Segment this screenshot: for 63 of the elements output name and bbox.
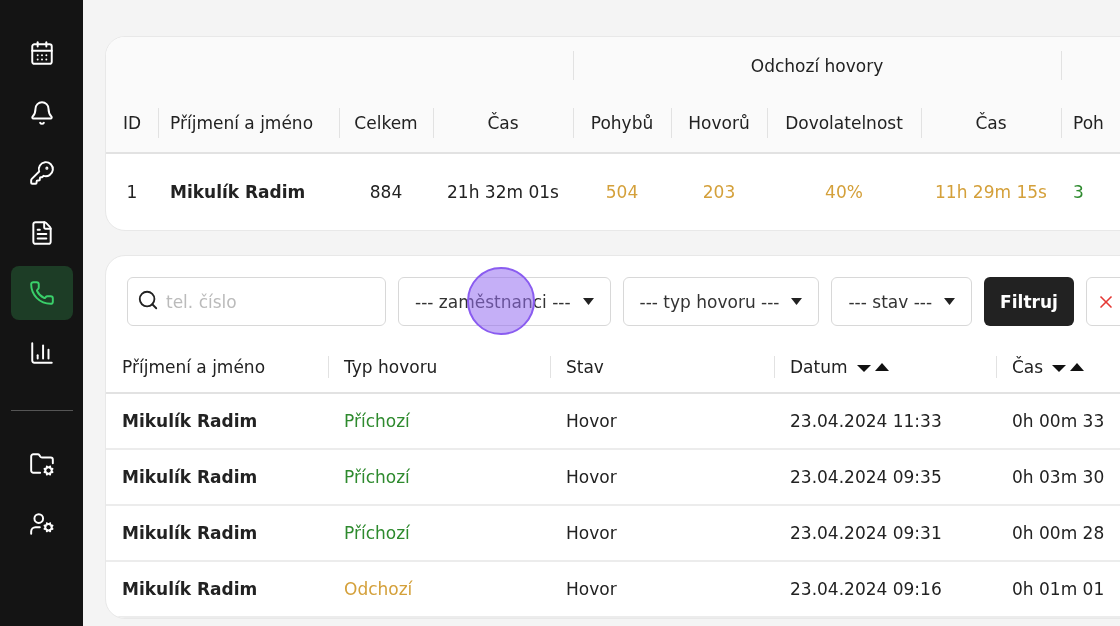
table-cell: Mikulík Radim bbox=[122, 411, 258, 431]
column-header: Datum bbox=[790, 357, 848, 377]
filter-button[interactable]: Filtruj bbox=[984, 277, 1074, 326]
caret-icon bbox=[582, 298, 594, 305]
user-gear-icon bbox=[28, 511, 55, 537]
search-icon bbox=[137, 289, 159, 311]
column-header: Čas bbox=[487, 113, 519, 133]
column-header: Typ hovoru bbox=[344, 357, 438, 377]
column-header: Poh bbox=[1073, 113, 1104, 133]
column-header: Příjmení a jméno bbox=[170, 113, 314, 133]
table-cell: 23.04.2024 09:35 bbox=[790, 467, 942, 487]
column-header: Čas bbox=[1012, 357, 1044, 377]
table-cell: 1 bbox=[126, 182, 138, 202]
sort-icon[interactable] bbox=[1051, 361, 1086, 373]
search-field[interactable]: tel. číslo bbox=[127, 277, 386, 326]
table-cell: 40% bbox=[825, 182, 863, 202]
filter-dropdown[interactable]: --- typ hovoru --- bbox=[622, 277, 820, 326]
group-header: Odchozí hovory bbox=[750, 55, 884, 76]
table-cell: Hovor bbox=[566, 523, 617, 543]
column-header: Celkem bbox=[354, 113, 418, 133]
table-cell: Hovor bbox=[566, 467, 617, 487]
table-cell: 0h 03m 30 bbox=[1012, 467, 1105, 487]
table-cell: 0h 01m 01 bbox=[1012, 579, 1105, 599]
table-cell: 21h 32m 01s bbox=[447, 182, 559, 202]
table-cell: 504 bbox=[605, 182, 639, 202]
phone-icon bbox=[28, 280, 55, 306]
call-type: Odchozí bbox=[344, 579, 413, 599]
column-header: Stav bbox=[566, 357, 604, 377]
table-cell: Hovor bbox=[566, 411, 617, 431]
column-header: Hovorů bbox=[688, 113, 750, 133]
sidebar-item[interactable] bbox=[10, 266, 73, 320]
filter-dropdown[interactable]: --- zaměstnanci --- bbox=[398, 277, 611, 326]
table-cell: 203 bbox=[702, 182, 736, 202]
bar-chart-icon bbox=[28, 340, 55, 366]
table-cell: Mikulík Radim bbox=[122, 579, 258, 599]
caret-icon bbox=[944, 298, 956, 305]
column-header: ID bbox=[122, 113, 142, 133]
folder-gear-icon bbox=[28, 451, 55, 477]
table-cell: 0h 00m 33 bbox=[1012, 411, 1105, 431]
sort-icon[interactable] bbox=[855, 361, 890, 373]
filter-dropdown[interactable]: --- stav --- bbox=[831, 277, 973, 326]
table-cell: 11h 29m 15s bbox=[935, 182, 1047, 202]
table-cell: 23.04.2024 09:16 bbox=[790, 579, 942, 599]
column-header: Příjmení a jméno bbox=[122, 357, 266, 377]
column-header: Čas bbox=[975, 113, 1007, 133]
call-type: Příchozí bbox=[344, 411, 410, 431]
table-cell: 3 bbox=[1073, 182, 1084, 202]
column-header: Pohybů bbox=[590, 113, 654, 133]
key-icon bbox=[28, 160, 55, 186]
table-cell: Mikulík Radim bbox=[122, 467, 258, 487]
table-cell: 23.04.2024 11:33 bbox=[790, 411, 942, 431]
calendar-icon bbox=[28, 40, 55, 66]
table-cell: Hovor bbox=[566, 579, 617, 599]
call-type: Příchozí bbox=[344, 467, 410, 487]
caret-icon bbox=[791, 298, 803, 305]
table-cell: 23.04.2024 09:31 bbox=[790, 523, 942, 543]
column-header: Dovolatelnost bbox=[785, 113, 903, 133]
call-type: Příchozí bbox=[344, 523, 410, 543]
table-cell: Mikulík Radim bbox=[170, 182, 306, 202]
table-cell: 884 bbox=[369, 182, 403, 202]
table-cell: Mikulík Radim bbox=[122, 523, 258, 543]
bell-icon bbox=[28, 100, 55, 126]
table-cell: 0h 00m 28 bbox=[1012, 523, 1105, 543]
